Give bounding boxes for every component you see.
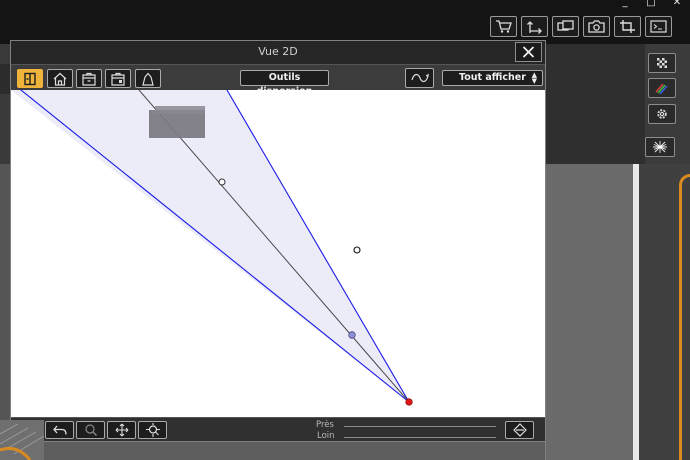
curve-icon bbox=[410, 73, 429, 83]
display-button[interactable] bbox=[552, 16, 579, 37]
mode-floor-button[interactable] bbox=[76, 69, 102, 88]
plan-drawing bbox=[11, 90, 413, 406]
dispersion-tools-button[interactable]: Outils dispersion bbox=[240, 70, 329, 97]
zoom-fit-button[interactable] bbox=[138, 421, 167, 439]
panel-view-icon bbox=[24, 72, 36, 85]
furniture-block-top bbox=[155, 106, 205, 114]
maximize-button[interactable]: □ bbox=[638, 0, 664, 10]
room-view-icon bbox=[111, 72, 125, 86]
undo-icon bbox=[52, 425, 67, 435]
camera-point[interactable] bbox=[405, 398, 413, 406]
crop-icon bbox=[620, 20, 635, 33]
mode-room-button[interactable] bbox=[105, 69, 131, 88]
lines-icon bbox=[655, 83, 668, 95]
plan-canvas[interactable] bbox=[11, 90, 545, 417]
far-label: Loin bbox=[317, 431, 335, 441]
select-arrows-icon: ▲ ▼ bbox=[531, 71, 537, 85]
move-button[interactable] bbox=[107, 421, 136, 439]
minimize-button[interactable]: _ bbox=[612, 0, 638, 10]
camera-button[interactable] bbox=[583, 16, 610, 37]
right-side-panel bbox=[545, 44, 690, 460]
object-view-icon bbox=[142, 72, 154, 86]
background-3d-floor bbox=[0, 420, 44, 460]
zoom-icon bbox=[84, 424, 97, 436]
right-panel-header bbox=[545, 44, 645, 164]
floor-view-icon bbox=[82, 72, 96, 86]
starburst-icon bbox=[653, 141, 667, 153]
light-button[interactable] bbox=[645, 137, 675, 157]
checker-button[interactable] bbox=[648, 53, 676, 73]
settings-button[interactable] bbox=[648, 104, 676, 124]
background-3d-object bbox=[679, 174, 690, 460]
display-icon bbox=[557, 20, 574, 31]
near-slider[interactable] bbox=[344, 426, 496, 427]
view-2d-dialog: Vue 2D Outils dispersion Tout afficher ▲… bbox=[10, 40, 546, 442]
dialog-toolbar: Outils dispersion Tout afficher ▲▼ bbox=[11, 64, 545, 97]
color-lines-button[interactable] bbox=[648, 78, 676, 98]
rotation-handle[interactable] bbox=[353, 246, 361, 254]
move-icon bbox=[115, 423, 128, 437]
furniture-block bbox=[149, 110, 205, 138]
app-top-bar: _ □ ✕ bbox=[0, 0, 690, 44]
curve-button[interactable] bbox=[405, 68, 434, 88]
cart-icon bbox=[496, 20, 512, 33]
mode-object-button[interactable] bbox=[135, 69, 161, 88]
dialog-bottom-bar: ? Près Loin bbox=[11, 417, 545, 441]
close-window-button[interactable]: ✕ bbox=[664, 0, 690, 10]
house-view-icon bbox=[53, 72, 67, 86]
view-select-value: Tout afficher bbox=[459, 72, 526, 83]
target-point[interactable] bbox=[348, 331, 356, 339]
undo-button[interactable] bbox=[45, 421, 74, 439]
view-select[interactable]: Tout afficher ▲ ▼ bbox=[442, 70, 543, 86]
window-controls: _ □ ✕ bbox=[612, 0, 690, 10]
compass-icon bbox=[512, 423, 527, 437]
compass-button[interactable] bbox=[505, 421, 534, 439]
crop-button[interactable] bbox=[614, 16, 641, 37]
dialog-close-button[interactable] bbox=[515, 42, 542, 62]
zoom-fit-icon bbox=[145, 423, 160, 437]
near-label: Près bbox=[316, 420, 334, 430]
close-icon bbox=[522, 46, 535, 58]
cart-button[interactable] bbox=[490, 16, 517, 37]
camera-frustum bbox=[11, 90, 409, 402]
axis-handle[interactable] bbox=[218, 178, 226, 186]
terminal-button[interactable] bbox=[645, 16, 672, 37]
main-toolbar bbox=[490, 16, 672, 37]
camera-icon bbox=[588, 20, 605, 33]
export-button[interactable] bbox=[521, 16, 548, 37]
zoom-button[interactable] bbox=[76, 421, 105, 439]
far-slider[interactable] bbox=[344, 437, 496, 438]
checker-icon bbox=[657, 58, 667, 68]
dialog-title: Vue 2D bbox=[258, 45, 298, 58]
mode-house-button[interactable] bbox=[47, 69, 73, 88]
background-3d-view bbox=[545, 164, 633, 460]
gear-icon bbox=[657, 109, 667, 119]
mode-panel-button[interactable] bbox=[17, 69, 43, 88]
terminal-icon bbox=[650, 20, 667, 33]
export-icon bbox=[527, 21, 542, 34]
